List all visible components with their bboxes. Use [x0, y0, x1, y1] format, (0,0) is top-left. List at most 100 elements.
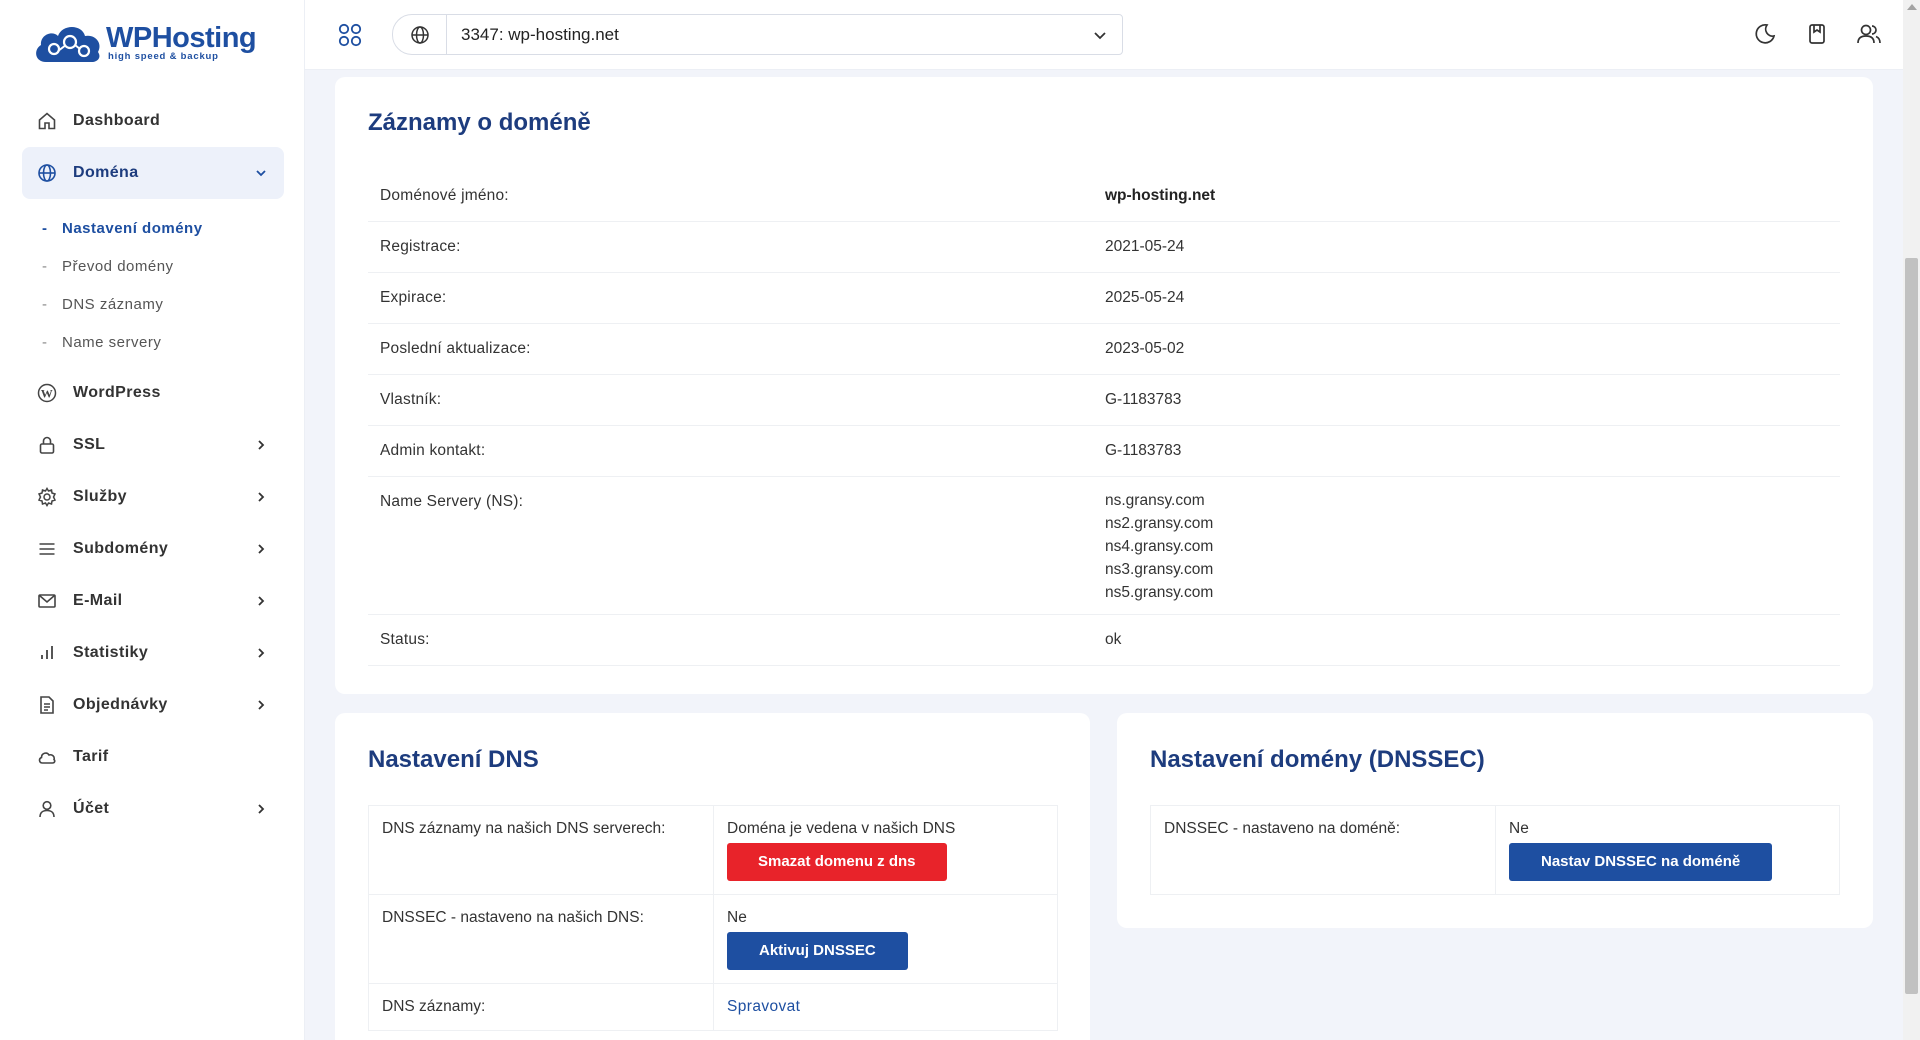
table-row: DNS záznamy: Spravovat	[368, 983, 1058, 1031]
chevron-right-icon	[258, 544, 265, 554]
user-icon	[37, 799, 57, 819]
lock-icon	[37, 435, 57, 455]
chevron-right-icon	[258, 648, 265, 658]
dnssec-setting-key: DNSSEC - nastaveno na doméně:	[1150, 805, 1496, 895]
chevron-right-icon	[258, 700, 265, 710]
sidebar-item-tarif[interactable]: Tarif	[22, 731, 284, 783]
globe-icon	[393, 14, 447, 55]
record-key: Poslední aktualizace:	[368, 323, 1105, 375]
domain-subnav: - Nastavení domény - Převod domény - DNS…	[22, 199, 284, 367]
logo-cloud-icon	[36, 27, 100, 62]
sidebar-item-ssl[interactable]: SSL	[22, 419, 284, 471]
bookmark-icon[interactable]	[1803, 20, 1831, 48]
sidebar-item-objednavky[interactable]: Objednávky	[22, 679, 284, 731]
record-key: Name Servery (NS):	[368, 476, 1105, 615]
name-server: ns2.gransy.com	[1105, 515, 1214, 532]
sidebar-item-sluzby[interactable]: Služby	[22, 471, 284, 523]
gear-icon	[37, 487, 57, 507]
chevron-right-icon	[258, 492, 265, 502]
table-row: Doménové jméno: wp-hosting.net	[368, 171, 1840, 222]
record-value: 2025-05-24	[1105, 272, 1840, 324]
record-value: ok	[1105, 614, 1840, 666]
sidebar-item-domena[interactable]: Doména	[22, 147, 284, 199]
topbar-actions	[1751, 20, 1883, 48]
record-key: Expirace:	[368, 272, 1105, 324]
record-key: Status:	[368, 614, 1105, 666]
menu-icon	[37, 539, 57, 559]
chevron-down-icon	[1078, 27, 1122, 43]
name-server: ns5.gransy.com	[1105, 584, 1214, 601]
card-title: Nastavení DNS	[368, 746, 539, 773]
sidebar-item-label: Služby	[73, 488, 127, 505]
chevron-right-icon	[258, 596, 265, 606]
sidebar-item-wordpress[interactable]: W WordPress	[22, 367, 284, 419]
dns-settings-table: DNS záznamy na našich DNS serverech: Dom…	[368, 805, 1058, 1031]
moon-icon[interactable]	[1751, 20, 1779, 48]
scroll-up-arrow-icon[interactable]	[1907, 4, 1917, 10]
activate-dnssec-button[interactable]: Aktivuj DNSSEC	[727, 932, 908, 970]
cloud-icon	[37, 747, 57, 767]
sidebar: WPHosting high speed & backup Dashboard …	[0, 0, 305, 1040]
users-icon[interactable]	[1855, 20, 1883, 48]
home-icon	[37, 111, 57, 131]
subnav-item-name-servery[interactable]: - Name servery	[22, 323, 284, 361]
dnssec-table: DNSSEC - nastaveno na doméně: Ne Nastav …	[1150, 805, 1840, 895]
record-value: G-1183783	[1105, 425, 1840, 477]
table-row: Vlastník: G-1183783	[368, 374, 1840, 426]
record-key: Admin kontakt:	[368, 425, 1105, 477]
subnav-item-nastaveni-domeny[interactable]: - Nastavení domény	[22, 209, 284, 247]
record-value: 2021-05-24	[1105, 221, 1840, 273]
globe-icon	[37, 163, 57, 183]
sidebar-item-label: Tarif	[73, 748, 109, 765]
card-title: Záznamy o doméně	[368, 109, 591, 136]
apps-icon[interactable]	[337, 22, 363, 48]
dns-setting-value-cell: Spravovat	[713, 983, 1058, 1031]
table-row: DNS záznamy na našich DNS serverech: Dom…	[368, 805, 1058, 895]
sidebar-item-email[interactable]: E-Mail	[22, 575, 284, 627]
brand-logo[interactable]: WPHosting high speed & backup	[32, 18, 257, 68]
record-value: wp-hosting.net	[1105, 171, 1840, 222]
subnav-item-label: Nastavení domény	[62, 219, 203, 237]
sidebar-item-label: Objednávky	[73, 696, 168, 713]
sidebar-item-statistiky[interactable]: Statistiky	[22, 627, 284, 679]
domain-select[interactable]: 3347: wp-hosting.net	[392, 14, 1123, 55]
sidebar-item-label: E-Mail	[73, 592, 123, 609]
dns-setting-value-cell: Ne Aktivuj DNSSEC	[713, 894, 1058, 984]
dns-setting-value-cell: Doména je vedena v našich DNS Smazat dom…	[713, 805, 1058, 895]
name-server: ns.gransy.com	[1105, 492, 1205, 509]
subnav-item-dns-zaznamy[interactable]: - DNS záznamy	[22, 285, 284, 323]
scrollbar-thumb[interactable]	[1905, 258, 1918, 994]
subnav-item-prevod-domeny[interactable]: - Převod domény	[22, 247, 284, 285]
sidebar-item-label: WordPress	[73, 384, 161, 401]
subnav-item-label: DNS záznamy	[62, 295, 164, 313]
dns-setting-key: DNS záznamy:	[368, 983, 714, 1031]
chevron-down-icon	[256, 170, 266, 177]
card-title: Nastavení domény (DNSSEC)	[1150, 746, 1485, 773]
svg-text:W: W	[41, 387, 53, 401]
dns-setting-value: Doména je vedena v našich DNS	[727, 820, 956, 837]
sidebar-item-label: Účet	[73, 800, 110, 817]
subnav-item-label: Name servery	[62, 333, 162, 351]
sidebar-item-dashboard[interactable]: Dashboard	[22, 95, 284, 147]
table-row: Poslední aktualizace: 2023-05-02	[368, 323, 1840, 375]
dnssec-setting-value-cell: Ne Nastav DNSSEC na doméně	[1495, 805, 1840, 895]
sidebar-item-label: Subdomény	[73, 540, 169, 557]
set-dnssec-on-domain-button[interactable]: Nastav DNSSEC na doméně	[1509, 843, 1773, 881]
record-value: 2023-05-02	[1105, 323, 1840, 375]
chevron-right-icon	[258, 804, 265, 814]
sidebar-item-subdomeny[interactable]: Subdomény	[22, 523, 284, 575]
manage-dns-records-link[interactable]: Spravovat	[727, 998, 800, 1015]
record-key: Vlastník:	[368, 374, 1105, 426]
sidebar-item-ucet[interactable]: Účet	[22, 783, 284, 835]
dns-setting-value: Ne	[727, 909, 747, 926]
chevron-right-icon	[258, 440, 265, 450]
brand-name: WPHosting	[106, 22, 257, 55]
name-server: ns4.gransy.com	[1105, 538, 1214, 555]
dns-settings-card: Nastavení DNS DNS záznamy na našich DNS …	[335, 713, 1090, 1040]
table-row: Expirace: 2025-05-24	[368, 272, 1840, 324]
subnav-item-label: Převod domény	[62, 257, 174, 275]
domain-records-card: Záznamy o doméně Doménové jméno: wp-host…	[335, 77, 1873, 694]
page-scrollbar[interactable]	[1903, 0, 1920, 1040]
delete-domain-from-dns-button[interactable]: Smazat domenu z dns	[727, 843, 947, 881]
wordpress-icon: W	[37, 383, 57, 403]
